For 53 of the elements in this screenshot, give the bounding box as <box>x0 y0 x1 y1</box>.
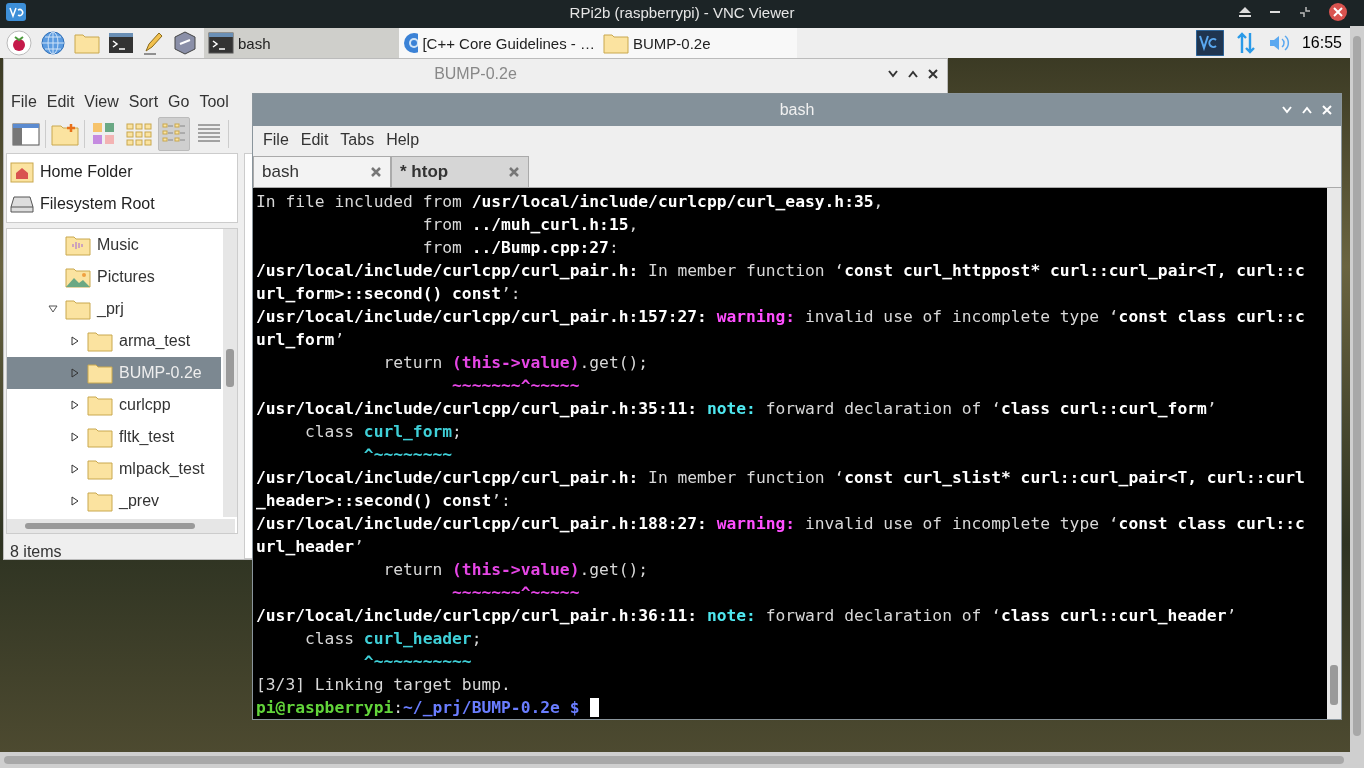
menu-item[interactable]: Sort <box>123 93 164 111</box>
terminal-line: /usr/local/include/curlcpp/curl_pair.h:188:27: warning: invalid use of incomplete type ‘const class curl::c <box>256 513 1305 535</box>
terminal-line: ^~~~~~~~~~~ <box>362 651 472 673</box>
tree-item[interactable]: Pictures <box>7 261 221 293</box>
sidebar-item[interactable]: Filesystem Root <box>7 188 237 220</box>
menu-item[interactable]: Go <box>163 93 195 111</box>
tree-item[interactable]: _prj <box>7 293 221 325</box>
terminal-line: _header>::second() const’: <box>256 490 511 512</box>
terminal-line: class curl_header; <box>304 628 482 650</box>
terminal-line: from ../muh_curl.h:15, <box>421 214 639 236</box>
terminal-line: [3/3] Linking target bump. <box>256 674 511 696</box>
menu-item[interactable]: File <box>257 131 295 149</box>
terminal-line: /usr/local/include/curlcpp/curl_pair.h: In member function ‘const curl_httppost* curl::curl_pair<T, curl::c <box>256 260 1305 282</box>
terminal-line: ~~~~~~~^~~~~~ <box>451 375 580 397</box>
tree-item[interactable]: mlpack_test <box>7 453 221 485</box>
menu-item[interactable]: Tabs <box>334 131 381 149</box>
taskbar-button[interactable]: BUMP-0.2e <box>599 28 797 58</box>
terminal-tab[interactable]: * htop <box>391 156 529 187</box>
menu-item[interactable]: Edit <box>294 131 335 149</box>
terminal-line: /usr/local/include/curlcpp/curl_pair.h: In member function ‘const curl_slist* curl::curl_pair<T, curl::curl <box>256 467 1305 489</box>
window-title: RPi2b (raspberrypi) - VNC Viewer <box>569 3 795 21</box>
taskbar-button[interactable]: [C++ Core Guidelines - … <box>399 28 599 58</box>
menu-item[interactable]: Edit <box>41 93 80 111</box>
tree-item[interactable]: Music <box>7 229 221 261</box>
terminal-line: return (this->value).get(); <box>382 559 649 581</box>
terminal-line: /usr/local/include/curlcpp/curl_pair.h:35:11: note: forward declaration of ‘class curl::curl_form’ <box>256 398 1217 420</box>
terminal-line: ~~~~~~~^~~~~~ <box>451 582 580 604</box>
menu-item[interactable]: File <box>6 93 42 111</box>
tree-item[interactable]: fltk_test <box>7 421 221 453</box>
tree-item[interactable]: arma_test <box>7 325 221 357</box>
status-text: 8 items <box>9 542 63 561</box>
terminal-line: return (this->value).get(); <box>382 352 649 374</box>
terminal-line: url_form>::second() const’: <box>256 283 521 305</box>
terminal-line: /usr/local/include/curlcpp/curl_pair.h:36:11: note: forward declaration of ‘class curl::curl_header’ <box>256 605 1237 627</box>
clock: 16:55 <box>1301 34 1342 52</box>
terminal-line: In file included from /usr/local/include/curlcpp/curl_easy.h:35, <box>256 191 884 213</box>
menu-item[interactable]: Help <box>380 131 426 149</box>
terminal-tab[interactable]: bash <box>253 156 391 187</box>
menu-item[interactable]: View <box>79 93 124 111</box>
terminal-line: /usr/local/include/curlcpp/curl_pair.h:157:27: warning: invalid use of incomplete type ‘const class curl::c <box>256 306 1305 328</box>
shell-prompt: pi@raspberrypi:~/_prj/BUMP-0.2e $ <box>256 696 599 719</box>
tree-item[interactable]: curlcpp <box>7 389 221 421</box>
window-title: bash <box>779 101 815 119</box>
taskbar-button[interactable]: bash <box>204 28 399 58</box>
terminal-line: url_header’ <box>256 536 364 558</box>
terminal-line: from ../Bump.cpp:27: <box>421 237 619 259</box>
terminal-line: url_form’ <box>256 329 345 351</box>
tree-item[interactable]: _prev <box>7 485 221 517</box>
sidebar-item[interactable]: Home Folder <box>7 156 237 188</box>
terminal-line: class curl_form; <box>304 421 462 443</box>
window-title: BUMP-0.2e <box>434 65 517 83</box>
terminal-line: ^~~~~~~~~ <box>362 444 453 466</box>
menu-item[interactable]: Tool <box>194 93 234 111</box>
